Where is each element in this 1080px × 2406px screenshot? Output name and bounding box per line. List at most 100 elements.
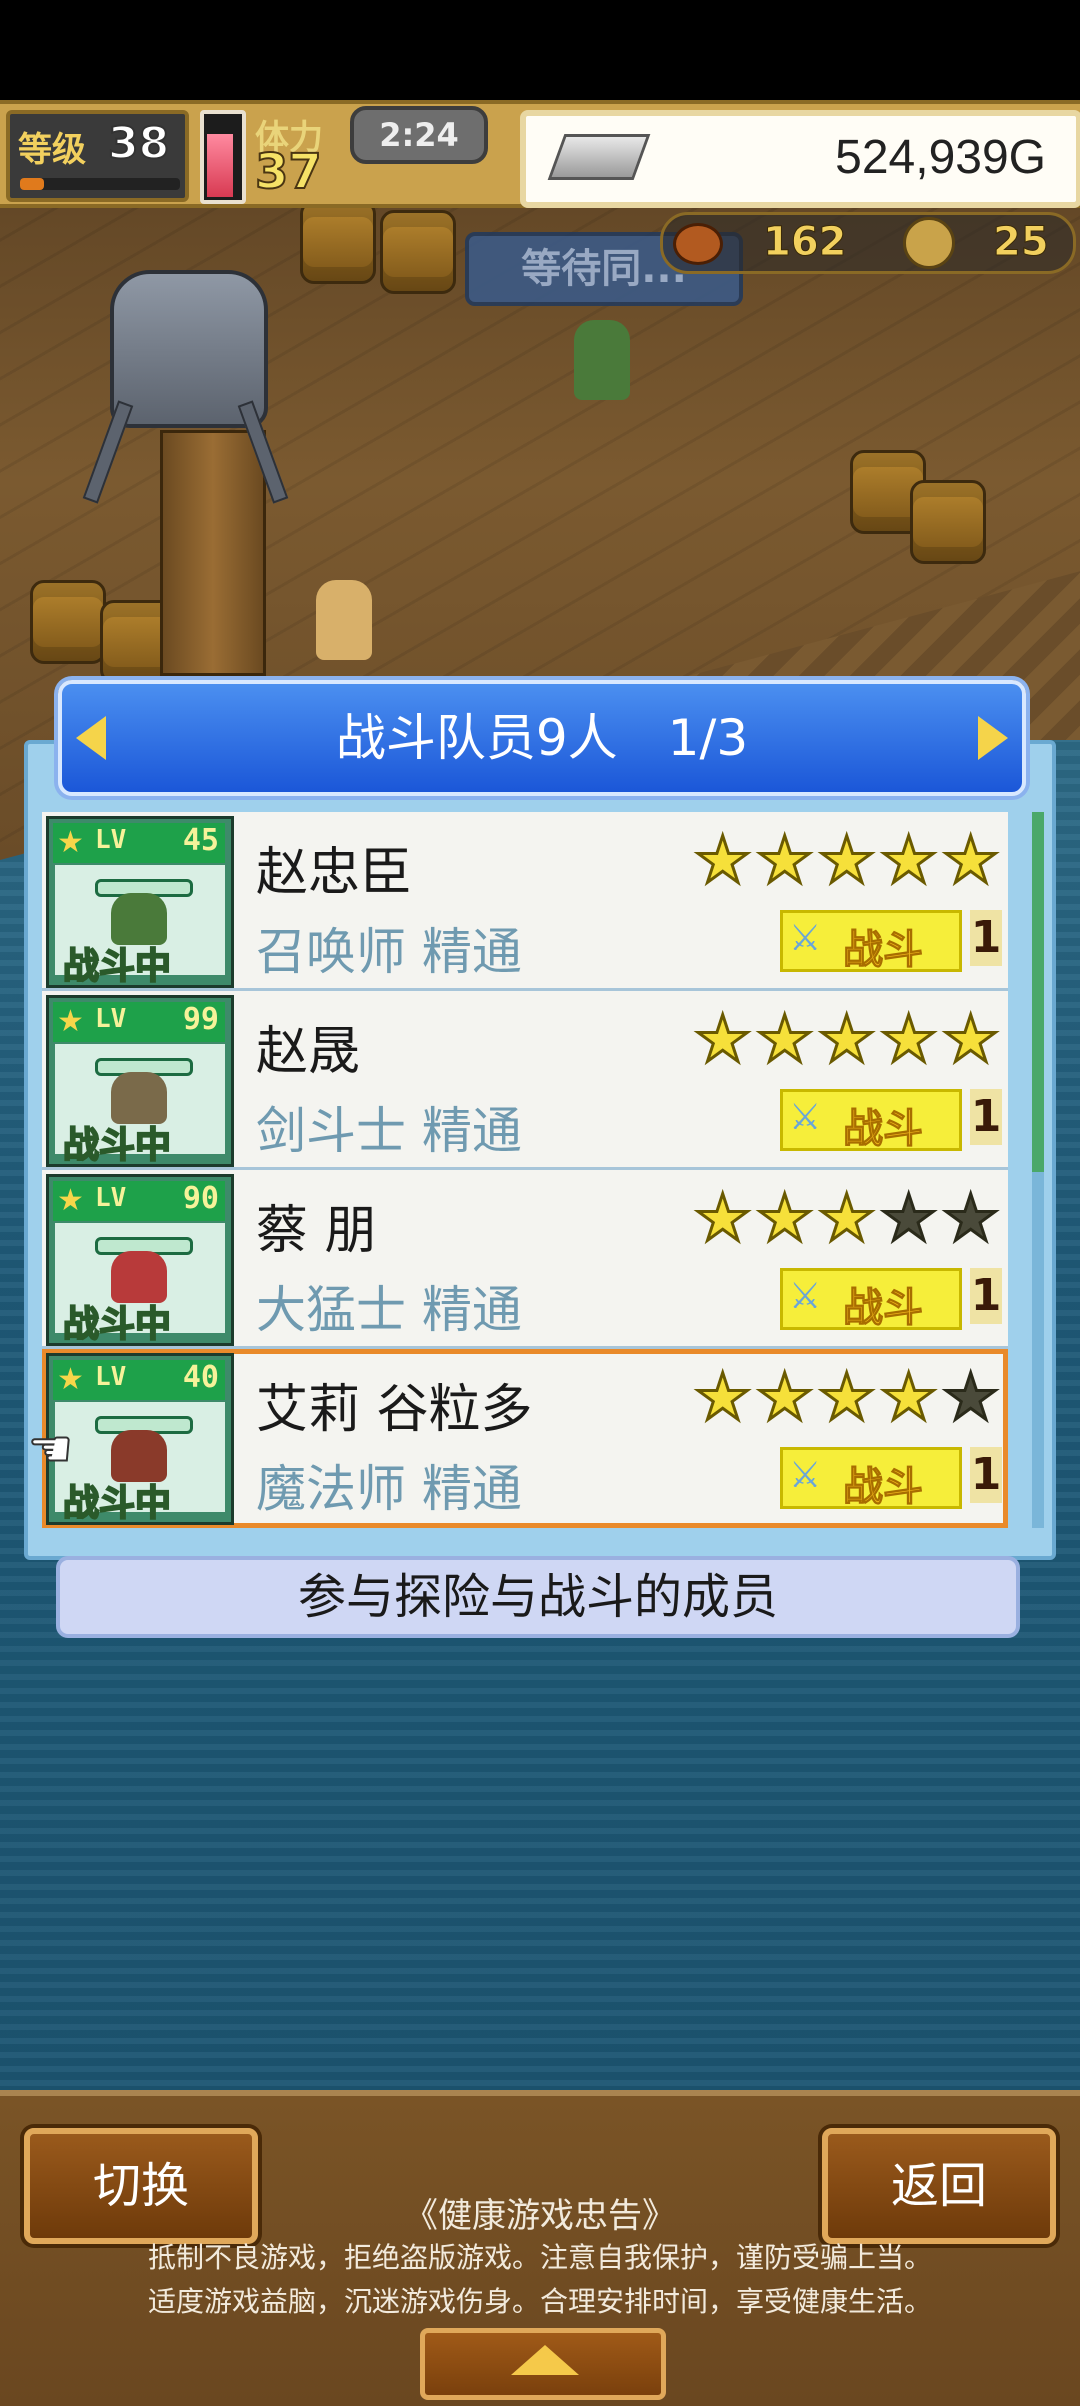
arrow-right-icon — [978, 716, 1008, 760]
ship-mast — [160, 430, 266, 676]
coin-icon — [903, 217, 955, 269]
panel-header: 战斗队员9人 1/3 — [58, 680, 1026, 796]
gold-box: 524,939G — [520, 110, 1080, 208]
next-page-button[interactable] — [966, 710, 1016, 766]
adventurer-sprite[interactable] — [316, 580, 372, 660]
barrel-sprite — [910, 480, 986, 564]
battle-count: 1 — [970, 910, 1002, 966]
silver-bar-icon — [547, 134, 651, 180]
barrel-sprite — [300, 200, 376, 284]
star-filled-icon: ★ — [754, 1361, 814, 1435]
food-value: 162 — [763, 219, 847, 266]
panel-title: 战斗队员9人 1/3 — [335, 709, 749, 767]
arrow-up-icon — [511, 2345, 579, 2375]
member-level: 90 — [182, 1181, 219, 1216]
star-filled-icon: ★ — [816, 1361, 876, 1435]
member-row[interactable]: ★ LV 40 战斗中 艾莉 谷粒多 魔法师 精通 ★ ★ ★ ★ ★ ⚔ 战斗 1 — [42, 1349, 1008, 1528]
star-icon: ★ — [57, 1362, 84, 1397]
star-filled-icon: ★ — [754, 1182, 814, 1256]
top-hud: 等级 38 体力 37 2:24 524,939G — [0, 100, 1080, 208]
member-name: 蔡 朋 — [256, 1201, 377, 1261]
scrollbar-thumb[interactable] — [1032, 812, 1044, 1172]
sword-icon: ⚔ — [789, 1455, 822, 1496]
health-notice-title: 《健康游戏忠告》 — [404, 2196, 676, 2236]
game-clock: 2:24 — [350, 106, 488, 164]
pointing-hand-icon: ☚ — [27, 1419, 74, 1479]
list-scrollbar[interactable] — [1032, 812, 1044, 1528]
member-row[interactable]: ★ LV 45 战斗中 赵忠臣 召唤师 精通 ★ ★ ★ ★ ★ ⚔ 战斗 1 — [42, 812, 1008, 991]
expand-button[interactable] — [420, 2328, 666, 2400]
battle-label: 战斗 — [843, 1106, 924, 1153]
level-value: 38 — [107, 117, 170, 170]
battle-badge: ⚔ 战斗 — [780, 1089, 962, 1153]
star-filled-icon: ★ — [816, 824, 876, 898]
member-job: 魔法师 精通 — [256, 1460, 522, 1518]
battle-count: 1 — [970, 1447, 1002, 1503]
star-filled-icon: ★ — [692, 1182, 752, 1256]
member-portrait: ★ LV 99 战斗中 — [46, 995, 234, 1167]
prev-page-button[interactable] — [68, 710, 118, 766]
health-notice-line: 抵制不良游戏，拒绝盗版游戏。注意自我保护，谨防受骗上当。 — [147, 2241, 932, 2274]
member-rating: ★ ★ ★ ★ ★ — [692, 1003, 1004, 1077]
star-filled-icon: ★ — [692, 1361, 752, 1435]
star-empty-icon: ★ — [940, 1361, 1000, 1435]
panel-caption-text: 参与探险与战斗的成员 — [297, 1569, 778, 1625]
battle-label: 战斗 — [843, 927, 924, 974]
sword-icon: ⚔ — [789, 1276, 822, 1317]
battle-badge: ⚔ 战斗 — [780, 1268, 962, 1332]
star-icon: ★ — [57, 1183, 84, 1218]
member-name: 赵晟 — [256, 1022, 361, 1082]
level-label: LV — [95, 1004, 127, 1034]
star-empty-icon: ★ — [878, 1182, 938, 1256]
member-list: ★ LV 45 战斗中 赵忠臣 召唤师 精通 ★ ★ ★ ★ ★ ⚔ 战斗 1 ★ LV… — [42, 812, 1008, 1528]
member-name: 艾莉 谷粒多 — [256, 1380, 533, 1440]
adventurer-sprite[interactable] — [574, 320, 630, 400]
star-filled-icon: ★ — [816, 1003, 876, 1077]
level-progress-fill — [20, 178, 44, 190]
star-filled-icon: ★ — [754, 1003, 814, 1077]
level-progress-bar — [20, 178, 180, 190]
member-rating: ★ ★ ★ ★ ★ — [692, 824, 1004, 898]
star-icon: ★ — [57, 825, 84, 860]
stamina-value: 37 — [254, 143, 323, 201]
meat-icon — [673, 223, 723, 265]
star-filled-icon: ★ — [940, 1003, 1000, 1077]
member-job: 召唤师 精通 — [256, 923, 522, 981]
bottom-bar: 切换 返回 《健康游戏忠告》 抵制不良游戏，拒绝盗版游戏。注意自我保护，谨防受骗… — [0, 2090, 1080, 2406]
star-filled-icon: ★ — [878, 824, 938, 898]
member-row[interactable]: ★ LV 99 战斗中 赵晟 剑斗士 精通 ★ ★ ★ ★ ★ ⚔ 战斗 1 — [42, 991, 1008, 1170]
member-status: 战斗中 — [62, 945, 172, 988]
battle-count: 1 — [970, 1089, 1002, 1145]
level-label: LV — [95, 1362, 127, 1392]
arrow-left-icon — [76, 716, 106, 760]
stamina-gauge — [200, 110, 246, 204]
star-filled-icon: ★ — [878, 1361, 938, 1435]
member-status: 战斗中 — [62, 1482, 172, 1525]
member-rating: ★ ★ ★ ★ ★ — [692, 1361, 1004, 1435]
level-box: 等级 38 — [6, 110, 189, 202]
barrel-sprite — [380, 210, 456, 294]
level-label: LV — [95, 825, 127, 855]
panel-caption: 参与探险与战斗的成员 — [56, 1556, 1020, 1638]
health-notice-line: 适度游戏益脑，沉迷游戏伤身。合理安排时间，享受健康生活。 — [147, 2285, 932, 2318]
level-badge: ★ LV 45 — [53, 823, 225, 863]
battle-badge: ⚔ 战斗 — [780, 1447, 962, 1511]
member-status: 战斗中 — [62, 1124, 172, 1167]
member-portrait: ★ LV 90 战斗中 — [46, 1174, 234, 1346]
member-portrait: ★ LV 45 战斗中 — [46, 816, 234, 988]
level-badge: ★ LV 90 — [53, 1181, 225, 1221]
star-filled-icon: ★ — [816, 1182, 876, 1256]
member-row[interactable]: ★ LV 90 战斗中 蔡 朋 大猛士 精通 ★ ★ ★ ★ ★ ⚔ 战斗 1 — [42, 1170, 1008, 1349]
battle-label: 战斗 — [843, 1285, 924, 1332]
star-filled-icon: ★ — [692, 1003, 752, 1077]
star-icon: ★ — [57, 1004, 84, 1039]
level-label: 等级 — [18, 130, 86, 170]
level-label: LV — [95, 1183, 127, 1213]
gold-value: 524,939G — [835, 131, 1046, 184]
battle-badge: ⚔ 战斗 — [780, 910, 962, 974]
resource-bar: 162 25 — [660, 212, 1076, 274]
stamina-fill — [207, 134, 233, 197]
level-badge: ★ LV 40 — [53, 1360, 225, 1400]
member-level: 40 — [182, 1360, 219, 1395]
member-level: 99 — [182, 1002, 219, 1037]
